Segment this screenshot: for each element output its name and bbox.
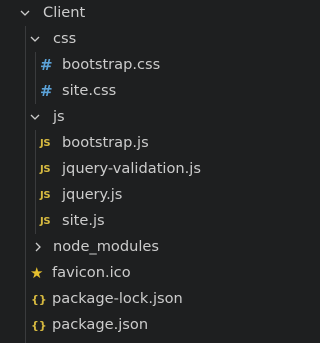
folder-css[interactable]: css bbox=[0, 26, 232, 52]
folder-client[interactable]: Client bbox=[0, 0, 232, 26]
file-site-js[interactable]: JS site.js bbox=[0, 208, 232, 234]
file-bootstrap-css[interactable]: # bootstrap.css bbox=[0, 52, 232, 78]
css-file-icon: # bbox=[40, 56, 53, 74]
file-jquery-js[interactable]: JS jquery.js bbox=[0, 182, 232, 208]
json-file-icon: {} bbox=[31, 292, 47, 306]
file-label: bootstrap.js bbox=[62, 134, 149, 151]
file-label: site.css bbox=[62, 82, 117, 99]
folder-label: js bbox=[53, 108, 65, 125]
file-label: bootstrap.css bbox=[62, 56, 161, 73]
json-file-icon: {} bbox=[31, 318, 47, 332]
chevron-down-icon bbox=[29, 111, 41, 123]
file-bootstrap-js[interactable]: JS bootstrap.js bbox=[0, 130, 232, 156]
css-file-icon: # bbox=[40, 82, 53, 100]
file-jquery-validation-js[interactable]: JS jquery-validation.js bbox=[0, 156, 232, 182]
folder-node-modules[interactable]: node_modules bbox=[0, 234, 232, 260]
folder-label: css bbox=[53, 30, 77, 47]
folder-label: node_modules bbox=[53, 238, 160, 255]
js-file-icon: JS bbox=[40, 137, 51, 149]
js-file-icon: JS bbox=[40, 189, 51, 201]
folder-js[interactable]: js bbox=[0, 104, 232, 130]
chevron-down-icon bbox=[19, 7, 31, 19]
file-explorer-tree: Client css # bootstrap.css # site.css js… bbox=[0, 0, 232, 343]
file-label: jquery.js bbox=[62, 186, 123, 203]
file-package-lock-json[interactable]: {} package-lock.json bbox=[0, 286, 232, 312]
file-label: package.json bbox=[52, 316, 149, 333]
chevron-right-icon bbox=[32, 241, 44, 253]
folder-label: Client bbox=[43, 4, 86, 21]
file-favicon-ico[interactable]: ★ favicon.ico bbox=[0, 260, 232, 286]
star-icon: ★ bbox=[30, 264, 44, 282]
chevron-down-icon bbox=[29, 33, 41, 45]
file-label: site.js bbox=[62, 212, 105, 229]
file-package-json[interactable]: {} package.json bbox=[0, 312, 232, 338]
js-file-icon: JS bbox=[40, 215, 51, 227]
js-file-icon: JS bbox=[40, 163, 51, 175]
file-label: favicon.ico bbox=[52, 264, 131, 281]
file-label: jquery-validation.js bbox=[62, 160, 201, 177]
file-site-css[interactable]: # site.css bbox=[0, 78, 232, 104]
file-label: package-lock.json bbox=[52, 290, 183, 307]
